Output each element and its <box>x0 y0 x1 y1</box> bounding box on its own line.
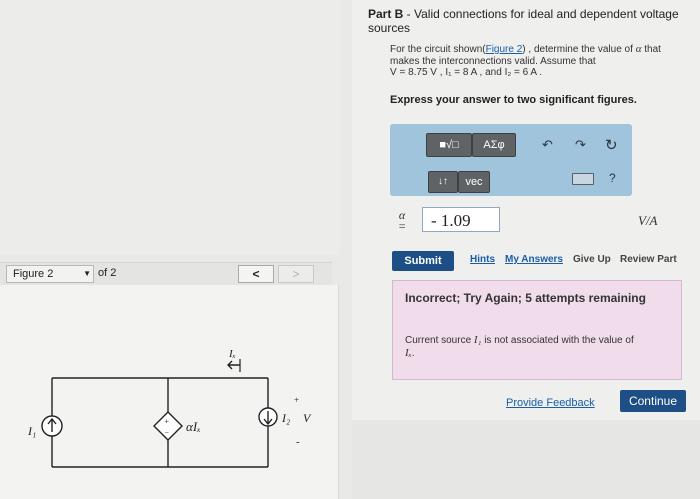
sort-button[interactable]: ↓↑ <box>428 171 458 193</box>
problem-text-a: For the circuit shown( <box>390 44 486 55</box>
left-blank-area <box>0 0 340 255</box>
submit-button[interactable]: Submit <box>392 251 454 271</box>
current-source-i2 <box>258 407 278 427</box>
chevron-right-icon: > <box>292 267 300 281</box>
templates-icon: ■√□ <box>439 139 459 151</box>
label-v-minus: - <box>296 436 300 448</box>
figure-next-button[interactable]: > <box>278 265 314 283</box>
problem-statement: For the circuit shown(Figure 2) , determ… <box>390 43 680 79</box>
vector-label: vec <box>465 176 483 188</box>
figure-link[interactable]: Figure 2 <box>486 44 523 55</box>
figure-select[interactable]: Figure 2 ▼ <box>6 265 94 283</box>
label-v-plus: + <box>294 395 299 405</box>
dependent-source: + − <box>153 411 183 441</box>
provide-feedback-link[interactable]: Provide Feedback <box>506 397 595 409</box>
circuit-diagram: I₁ + − αIₓ I₂ V + - Iₓ <box>27 348 312 468</box>
undo-icon[interactable]: ↶ <box>542 137 553 153</box>
label-alpha-ix: αIₓ <box>186 419 201 434</box>
problem-text-b: ) , determine the value of <box>522 44 636 55</box>
feedback-text-a: Current source <box>405 335 474 346</box>
part-label: Part B <box>368 7 404 21</box>
give-up-link[interactable]: Give Up <box>573 254 611 265</box>
help-icon[interactable]: ? <box>609 171 616 185</box>
continue-button[interactable]: Continue <box>620 390 686 412</box>
part-title: Part B - Valid connections for ideal and… <box>368 7 688 35</box>
feedback-title: Incorrect; Try Again; 5 attempts remaini… <box>405 291 646 305</box>
hints-link[interactable]: Hints <box>470 254 495 265</box>
answer-label-equals: = <box>398 219 407 233</box>
review-part-link[interactable]: Review Part <box>620 254 677 265</box>
greek-symbols-label: ΑΣφ <box>483 139 505 151</box>
answer-label: α = <box>398 209 407 233</box>
ix-arrow <box>227 359 241 372</box>
chevron-down-icon: ▼ <box>83 269 91 278</box>
figure-prev-button[interactable]: < <box>238 265 274 283</box>
reset-icon[interactable]: ↻ <box>605 136 618 154</box>
redo-icon[interactable]: ↷ <box>575 137 586 153</box>
problem-given: V = 8.75 V , I₁ = 8 A , and I₂ = 6 A . <box>390 67 543 78</box>
sort-icon: ↓↑ <box>438 176 448 187</box>
label-i1: I₁ <box>27 424 36 438</box>
vector-button[interactable]: vec <box>458 171 490 193</box>
dep-source-plus: + <box>165 417 170 426</box>
answer-input[interactable]: - 1.09 <box>422 207 500 232</box>
dep-source-minus: − <box>165 428 170 437</box>
feedback-message: Current source I₁ is not associated with… <box>405 334 675 360</box>
figure-panel: I₁ + − αIₓ I₂ V + - Iₓ <box>0 285 339 499</box>
bottom-strip <box>352 420 700 499</box>
figure-count: of 2 <box>98 267 117 279</box>
answer-instruction: Express your answer to two significant f… <box>390 94 637 106</box>
keyboard-icon[interactable] <box>572 173 594 185</box>
feedback-end: . <box>411 348 415 359</box>
answer-unit: V/A <box>638 213 658 228</box>
label-i2: I₂ <box>281 411 290 425</box>
templates-button[interactable]: ■√□ <box>426 133 472 157</box>
feedback-ix: Iₓ <box>405 347 412 359</box>
label-ix: Iₓ <box>228 348 236 360</box>
figure-select-value: Figure 2 <box>13 268 54 280</box>
part-title-text: - Valid connections for ideal and depend… <box>368 7 679 35</box>
label-v: V <box>303 411 312 425</box>
feedback-text-b: is not associated with the value of <box>481 335 634 346</box>
chevron-left-icon: < <box>252 267 260 281</box>
my-answers-link[interactable]: My Answers <box>505 254 563 265</box>
current-source-i1 <box>41 415 63 437</box>
greek-symbols-button[interactable]: ΑΣφ <box>472 133 516 157</box>
figure-toolbar: Figure 2 ▼ of 2 < > <box>0 262 332 286</box>
